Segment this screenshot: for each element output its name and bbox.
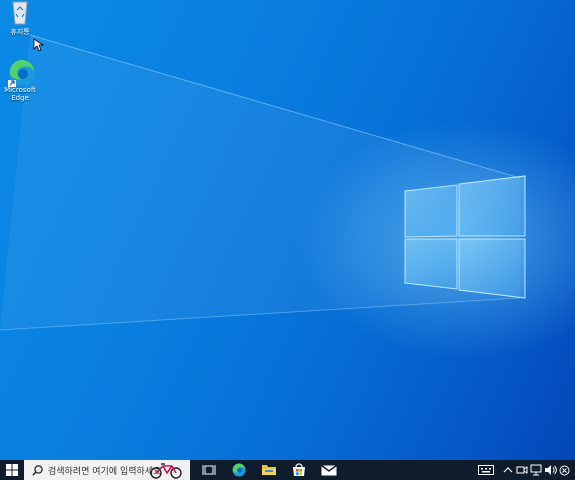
keyboard-icon <box>478 465 494 475</box>
store-button[interactable] <box>284 460 314 480</box>
volume-icon <box>544 465 557 475</box>
taskbar: 검색하려면 여기에 입력하세요 <box>0 460 575 480</box>
search-icon <box>32 464 43 476</box>
meet-icon <box>516 466 528 474</box>
edge-icon <box>232 463 246 477</box>
edge-icon <box>5 58 35 87</box>
bicycle-icon <box>150 463 182 479</box>
desktop-icon-label: Microsoft Edge <box>4 86 36 102</box>
notification-icon <box>559 465 569 475</box>
task-view-icon <box>202 465 216 475</box>
system-tray <box>471 460 575 480</box>
task-view-button[interactable] <box>194 460 224 480</box>
keyboard-button[interactable] <box>471 460 501 480</box>
taskbar-edge-button[interactable] <box>224 460 254 480</box>
desktop-icon-edge[interactable]: Microsoft Edge <box>0 58 40 102</box>
windows-start-icon <box>6 464 18 476</box>
windows-logo <box>404 175 526 299</box>
desktop-icon-label: 휴지통 <box>10 28 30 36</box>
mail-icon <box>321 464 337 476</box>
mail-button[interactable] <box>314 460 344 480</box>
network-button[interactable] <box>529 460 543 480</box>
chevron-up-icon <box>503 467 513 473</box>
mouse-cursor-icon <box>33 38 45 52</box>
file-explorer-icon <box>262 465 276 475</box>
store-icon <box>293 463 305 476</box>
volume-button[interactable] <box>543 460 557 480</box>
recycle-bin-icon <box>5 0 35 26</box>
desktop[interactable]: 휴지통 Microsoft Edge <box>0 0 575 460</box>
start-button[interactable] <box>0 460 24 480</box>
file-explorer-button[interactable] <box>254 460 284 480</box>
search-box[interactable]: 검색하려면 여기에 입력하세요 <box>24 460 190 480</box>
meet-now-button[interactable] <box>515 460 529 480</box>
desktop-icon-recycle-bin[interactable]: 휴지통 <box>0 0 40 36</box>
show-hidden-icons-button[interactable] <box>501 460 515 480</box>
notification-button[interactable] <box>557 460 571 480</box>
network-icon <box>530 464 542 476</box>
